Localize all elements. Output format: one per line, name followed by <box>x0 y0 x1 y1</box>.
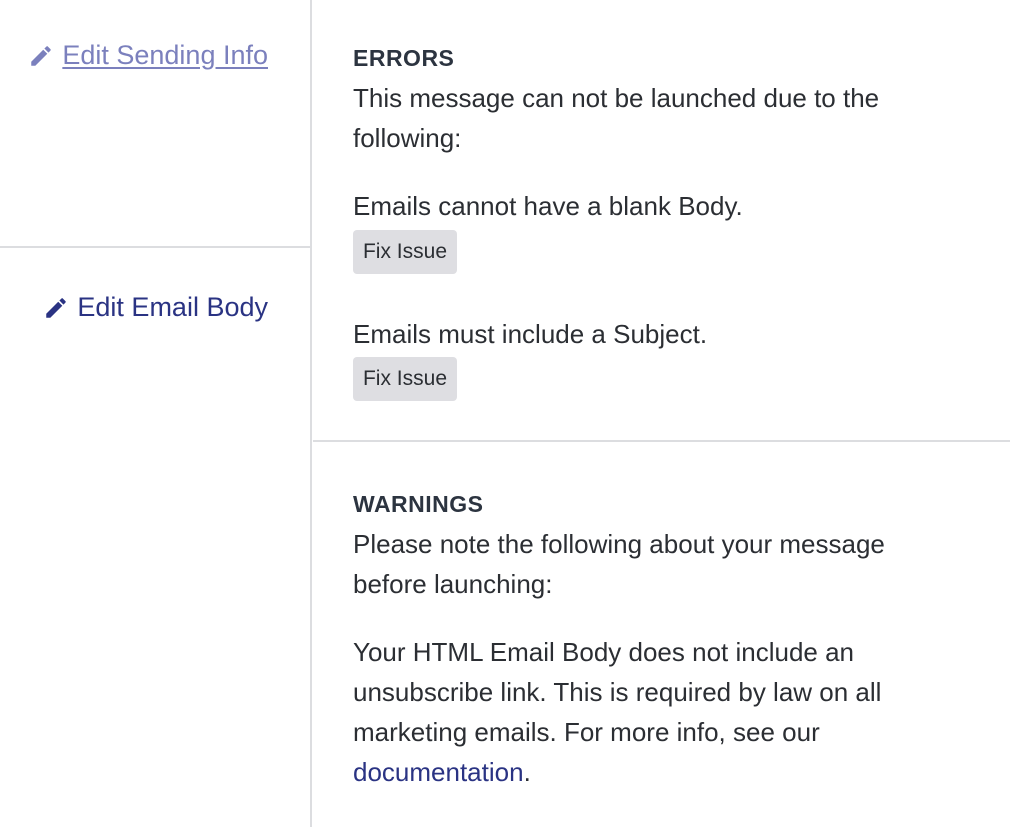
edit-sending-info-link[interactable]: Edit Sending Info <box>28 40 268 71</box>
error-message: Emails must include a Subject. <box>353 319 708 349</box>
pencil-icon <box>43 295 69 321</box>
edit-email-body-link[interactable]: Edit Email Body <box>43 292 268 323</box>
sidebar-divider <box>0 246 311 248</box>
sidebar: Edit Sending Info Edit Email Body <box>0 0 312 827</box>
unsubscribe-warning: Your HTML Email Body does not include an… <box>353 632 953 792</box>
launch-review-page: Edit Sending Info Edit Email Body ERRORS… <box>0 0 1010 827</box>
edit-email-body-label: Edit Email Body <box>77 292 268 322</box>
documentation-link[interactable]: documentation <box>353 757 524 787</box>
warnings-heading: WARNINGS <box>353 491 484 517</box>
error-message: Emails cannot have a blank Body. <box>353 191 743 221</box>
warning-trailing-period: . <box>523 757 531 787</box>
pencil-icon <box>28 43 54 69</box>
edit-sending-info-label: Edit Sending Info <box>62 40 268 70</box>
main-panel: ERRORS This message can not be launched … <box>313 0 1010 827</box>
errors-heading: ERRORS <box>353 45 455 71</box>
warnings-intro: Please note the following about your mes… <box>353 529 885 599</box>
fix-issue-button[interactable]: Fix Issue <box>353 230 457 274</box>
section-divider <box>313 440 1010 442</box>
errors-intro: This message can not be launched due to … <box>353 83 880 153</box>
unsubscribe-warning-text: Your HTML Email Body does not include an… <box>353 637 882 747</box>
fix-issue-button[interactable]: Fix Issue <box>353 357 457 401</box>
